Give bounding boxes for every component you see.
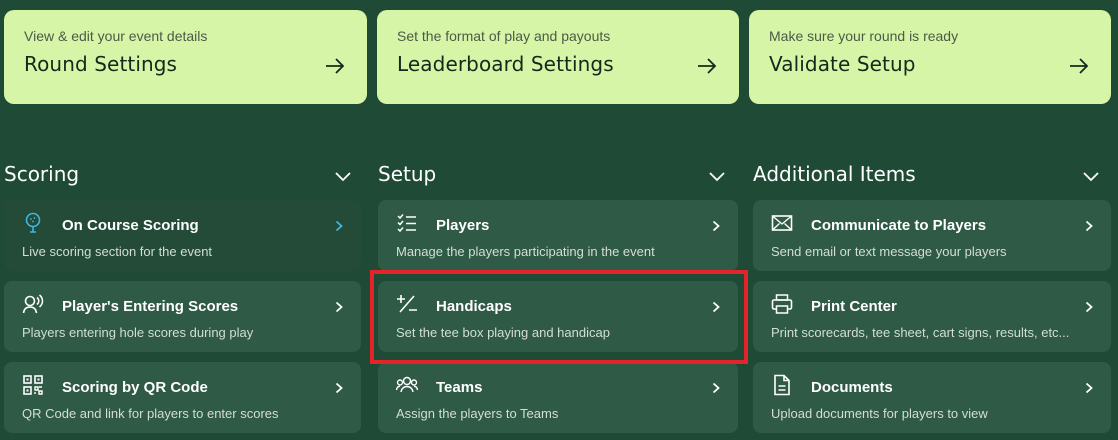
checklist-icon bbox=[397, 214, 416, 233]
round-settings-card[interactable]: View & edit your event details Round Set… bbox=[4, 10, 367, 104]
item-title: Print Center bbox=[811, 298, 897, 315]
item-title: Players bbox=[436, 217, 490, 234]
on-course-scoring-item[interactable]: On Course Scoring Live scoring section f… bbox=[4, 200, 361, 271]
item-title: Documents bbox=[811, 379, 893, 396]
handicaps-item[interactable]: Handicaps Set the tee box playing and ha… bbox=[378, 281, 738, 352]
chevron-right-icon bbox=[1085, 220, 1093, 232]
user-voice-icon bbox=[22, 294, 44, 314]
players-entering-scores-item[interactable]: Player's Entering Scores Players enterin… bbox=[4, 281, 361, 352]
chevron-right-icon bbox=[335, 382, 343, 394]
chevron-right-icon bbox=[335, 220, 343, 232]
arrow-right-icon bbox=[1070, 58, 1089, 74]
arrow-right-icon bbox=[326, 58, 345, 74]
item-description: Players entering hole scores during play bbox=[22, 325, 254, 340]
validate-setup-card[interactable]: Make sure your round is ready Validate S… bbox=[749, 10, 1111, 104]
chevron-down-icon[interactable] bbox=[335, 172, 351, 182]
item-description: Manage the players participating in the … bbox=[396, 244, 655, 259]
item-title: Player's Entering Scores bbox=[62, 298, 239, 315]
printer-icon bbox=[771, 294, 793, 314]
item-description: Send email or text message your players bbox=[771, 244, 1007, 259]
item-title: Scoring by QR Code bbox=[62, 379, 208, 396]
chevron-right-icon bbox=[1085, 382, 1093, 394]
chevron-down-icon[interactable] bbox=[1083, 172, 1099, 182]
item-description: Assign the players to Teams bbox=[396, 406, 559, 421]
section-title-setup: Setup bbox=[378, 162, 437, 186]
chevron-right-icon bbox=[335, 301, 343, 313]
team-icon bbox=[396, 376, 418, 393]
round-settings-subtitle: View & edit your event details bbox=[24, 28, 208, 44]
item-title: On Course Scoring bbox=[62, 217, 199, 234]
item-description: QR Code and link for players to enter sc… bbox=[22, 406, 279, 421]
section-title-additional: Additional Items bbox=[753, 162, 916, 186]
communicate-to-players-item[interactable]: Communicate to Players Send email or tex… bbox=[753, 200, 1111, 271]
teams-item[interactable]: Teams Assign the players to Teams bbox=[378, 362, 738, 433]
leaderboard-settings-title: Leaderboard Settings bbox=[397, 52, 614, 76]
leaderboard-settings-card[interactable]: Set the format of play and payouts Leade… bbox=[377, 10, 739, 104]
item-description: Print scorecards, tee sheet, cart signs,… bbox=[771, 325, 1070, 340]
item-title: Handicaps bbox=[436, 298, 512, 315]
golf-ball-icon bbox=[25, 212, 41, 233]
leaderboard-settings-subtitle: Set the format of play and payouts bbox=[397, 28, 611, 44]
envelope-icon bbox=[771, 215, 793, 231]
chevron-down-icon[interactable] bbox=[709, 172, 725, 182]
qr-code-icon bbox=[23, 375, 43, 395]
validate-setup-subtitle: Make sure your round is ready bbox=[769, 28, 959, 44]
chevron-right-icon bbox=[712, 220, 720, 232]
chevron-right-icon bbox=[712, 382, 720, 394]
chevron-right-icon bbox=[1085, 301, 1093, 313]
item-description: Set the tee box playing and handicap bbox=[396, 325, 610, 340]
documents-item[interactable]: Documents Upload documents for players t… bbox=[753, 362, 1111, 433]
print-center-item[interactable]: Print Center Print scorecards, tee sheet… bbox=[753, 281, 1111, 352]
scoring-by-qr-code-item[interactable]: Scoring by QR Code QR Code and link for … bbox=[4, 362, 361, 433]
arrow-right-icon bbox=[698, 58, 717, 74]
players-item[interactable]: Players Manage the players participating… bbox=[378, 200, 738, 271]
chevron-right-icon bbox=[712, 301, 720, 313]
document-icon bbox=[774, 374, 790, 396]
validate-setup-title: Validate Setup bbox=[769, 52, 916, 76]
item-description: Live scoring section for the event bbox=[22, 244, 213, 259]
plus-minus-icon bbox=[397, 295, 417, 313]
section-title-scoring: Scoring bbox=[4, 162, 80, 186]
item-description: Upload documents for players to view bbox=[771, 406, 988, 421]
item-title: Teams bbox=[436, 379, 483, 396]
round-settings-title: Round Settings bbox=[24, 52, 178, 76]
item-title: Communicate to Players bbox=[811, 217, 987, 234]
